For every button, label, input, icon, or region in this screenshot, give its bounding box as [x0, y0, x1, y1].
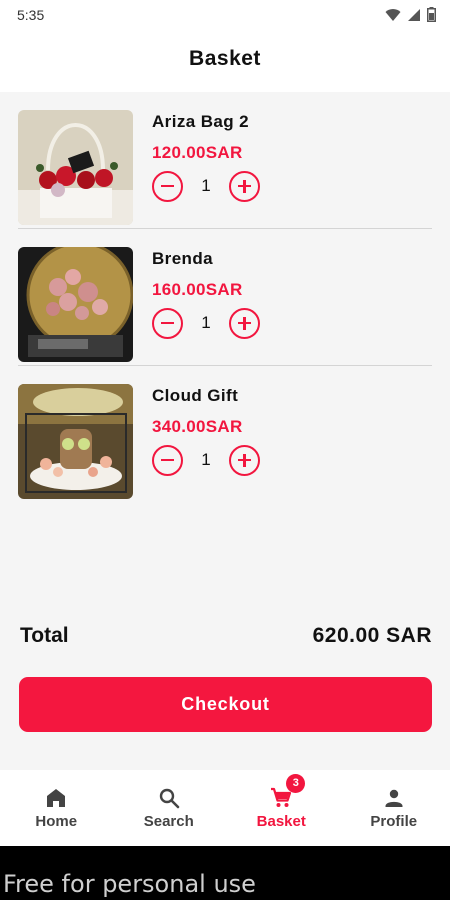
basket-item[interactable]: Brenda 160.00SAR 1 — [0, 229, 450, 366]
status-time: 5:35 — [17, 7, 45, 23]
increase-quantity-button[interactable] — [229, 307, 260, 339]
product-price: 160.00SAR — [152, 280, 243, 299]
wifi-icon — [385, 8, 401, 21]
bottom-navigation: Home Search 3 Basket Profile — [0, 770, 450, 846]
total-label: Total — [20, 624, 69, 647]
increase-quantity-button[interactable] — [229, 444, 260, 476]
basket-item[interactable]: Ariza Bag 2 120.00SAR 1 — [0, 92, 450, 229]
nav-home-label: Home — [35, 813, 78, 830]
home-icon — [47, 789, 66, 807]
nav-search-label: Search — [143, 813, 194, 830]
plus-icon-vertical — [243, 179, 246, 193]
quantity-value: 1 — [201, 176, 211, 195]
battery-icon — [427, 7, 436, 22]
quantity-stepper: 1 — [152, 170, 260, 202]
status-icons — [385, 7, 436, 22]
status-bar: 5:35 — [0, 0, 450, 30]
product-name: Ariza Bag 2 — [152, 112, 249, 131]
product-name: Brenda — [152, 249, 213, 268]
nav-profile[interactable]: Profile — [338, 770, 450, 846]
nav-profile-label: Profile — [370, 813, 418, 830]
basket-item[interactable]: Cloud Gift 340.00SAR 1 — [0, 366, 450, 503]
page-title: Basket — [189, 47, 261, 70]
checkout-button[interactable]: Checkout — [19, 677, 432, 732]
cart-count-badge: 3 — [286, 774, 306, 793]
product-price: 340.00SAR — [152, 417, 243, 436]
nav-search[interactable]: Search — [113, 770, 226, 846]
decrease-quantity-button[interactable] — [152, 170, 183, 202]
nav-home[interactable]: Home — [0, 770, 113, 846]
product-image — [18, 247, 133, 362]
footer-text: Free for personal use — [3, 870, 256, 898]
quantity-stepper: 1 — [152, 307, 260, 339]
plus-icon-vertical — [243, 316, 246, 330]
product-name: Cloud Gift — [152, 386, 239, 405]
product-image — [18, 384, 133, 499]
decrease-quantity-button[interactable] — [152, 444, 183, 476]
footer-band: Free for personal use — [0, 846, 450, 900]
product-image — [18, 110, 133, 225]
basket-list: Ariza Bag 2 120.00SAR 1 Brenda 160.00SAR… — [0, 92, 450, 503]
minus-icon — [161, 458, 174, 462]
nav-basket[interactable]: 3 Basket — [225, 770, 338, 846]
minus-icon — [161, 184, 174, 188]
nav-basket-label: Basket — [256, 813, 306, 830]
decrease-quantity-button[interactable] — [152, 307, 183, 339]
total-row: Total 620.00 SAR — [20, 622, 432, 652]
quantity-value: 1 — [201, 450, 211, 469]
app-bar: Basket — [0, 30, 450, 92]
quantity-stepper: 1 — [152, 444, 260, 476]
plus-icon-vertical — [243, 453, 246, 467]
product-price: 120.00SAR — [152, 143, 243, 162]
minus-icon — [161, 321, 174, 325]
person-icon — [385, 789, 403, 807]
search-icon — [159, 788, 180, 809]
total-value: 620.00 SAR — [312, 624, 432, 647]
quantity-value: 1 — [201, 313, 211, 332]
signal-icon — [408, 8, 420, 21]
increase-quantity-button[interactable] — [229, 170, 260, 202]
